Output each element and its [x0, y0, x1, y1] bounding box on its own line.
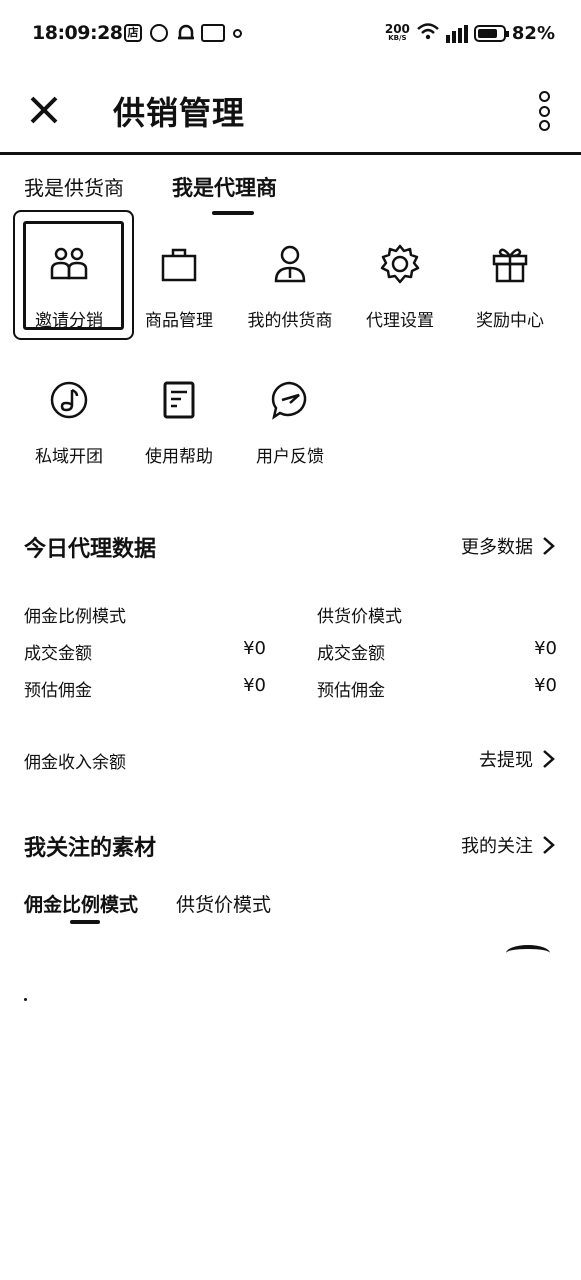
my-follow-label: 我的关注 [461, 836, 533, 857]
right-deal-amount-value: ¥0 [534, 638, 557, 659]
loading-arc [506, 945, 550, 961]
withdraw-link[interactable]: 去提现 [479, 746, 557, 772]
grid-item-products[interactable]: 商品管理 [125, 242, 233, 331]
grid-label: 私域开团 [35, 447, 103, 467]
right-deal-amount-label: 成交金额 [317, 644, 385, 664]
more-data-label: 更多数据 [461, 537, 533, 558]
grid-item-help[interactable]: 使用帮助 [125, 378, 233, 467]
grid-label: 我的供货商 [247, 311, 333, 331]
grid-item-my-suppliers[interactable]: 我的供货商 [236, 242, 344, 331]
chevron-right-icon [543, 750, 555, 768]
tab-supplier[interactable]: 我是供货商 [24, 172, 124, 201]
grid-item-private-group[interactable]: 私域开团 [15, 378, 123, 467]
grid-label: 用户反馈 [256, 447, 324, 467]
gift-icon [488, 242, 532, 286]
grid-label: 代理设置 [366, 311, 434, 331]
more-vertical-icon[interactable] [534, 91, 554, 131]
chevron-right-icon [543, 537, 555, 555]
withdraw-label: 去提现 [479, 750, 533, 771]
grid-label: 商品管理 [145, 311, 213, 331]
tab-commission-mode[interactable]: 佣金比例模式 [24, 890, 138, 917]
left-deal-amount-value: ¥0 [243, 638, 266, 659]
battery-icon [473, 25, 509, 42]
tab-agent-underline [212, 211, 254, 215]
chat-icon [201, 24, 225, 42]
status-right: 200 KB/S 82% [385, 22, 555, 45]
left-deal-amount-label: 成交金额 [24, 644, 92, 664]
invite-users-icon [47, 242, 91, 286]
stray-dot [24, 998, 27, 1001]
close-icon[interactable] [28, 94, 60, 126]
small-dot-icon [233, 29, 242, 38]
net-speed: 200 KB/S [384, 21, 410, 42]
grid-item-invite[interactable]: 邀请分销 [15, 242, 123, 331]
grid-item-feedback[interactable]: 用户反馈 [236, 378, 344, 467]
help-doc-icon [157, 378, 201, 422]
battery-percent: 82% [511, 23, 555, 44]
today-data-title: 今日代理数据 [24, 537, 157, 562]
tab-supply-price-mode[interactable]: 供货价模式 [176, 890, 271, 917]
materials-title: 我关注的素材 [24, 836, 157, 861]
wifi-icon [416, 22, 440, 45]
grid-label: 邀请分销 [35, 311, 103, 331]
status-bar: 18:09:28 店 200 KB/S 82% [0, 0, 581, 66]
left-est-commission-label: 预估佣金 [24, 681, 92, 701]
right-est-commission-label: 预估佣金 [317, 681, 385, 701]
shopping-bag-icon [157, 242, 201, 286]
app-header: 供销管理 [0, 66, 581, 155]
chevron-right-icon [543, 836, 555, 854]
my-follow-link[interactable]: 我的关注 [461, 832, 557, 858]
music-note-circle-icon [47, 378, 91, 422]
gear-icon [378, 242, 422, 286]
commission-mode-label: 佣金比例模式 [24, 607, 126, 627]
person-icon [268, 242, 312, 286]
grid-label: 使用帮助 [145, 447, 213, 467]
feedback-bubble-icon [268, 378, 312, 422]
page-title: 供销管理 [113, 94, 246, 132]
circle-app-icon [150, 24, 168, 42]
grid-item-agent-settings[interactable]: 代理设置 [346, 242, 454, 331]
grid-label: 奖励中心 [476, 311, 544, 331]
bell-icon [176, 23, 196, 47]
tab-commission-underline [70, 920, 100, 924]
store-icon: 店 [124, 24, 142, 42]
supply-price-mode-label: 供货价模式 [317, 607, 402, 627]
left-est-commission-value: ¥0 [243, 675, 266, 696]
right-est-commission-value: ¥0 [534, 675, 557, 696]
commission-balance-label: 佣金收入余额 [24, 753, 126, 773]
tab-agent[interactable]: 我是代理商 [172, 172, 277, 202]
hd-signal-icon [445, 24, 468, 43]
status-time: 18:09:28 [32, 22, 123, 44]
grid-item-rewards[interactable]: 奖励中心 [456, 242, 564, 331]
more-data-link[interactable]: 更多数据 [461, 533, 557, 559]
